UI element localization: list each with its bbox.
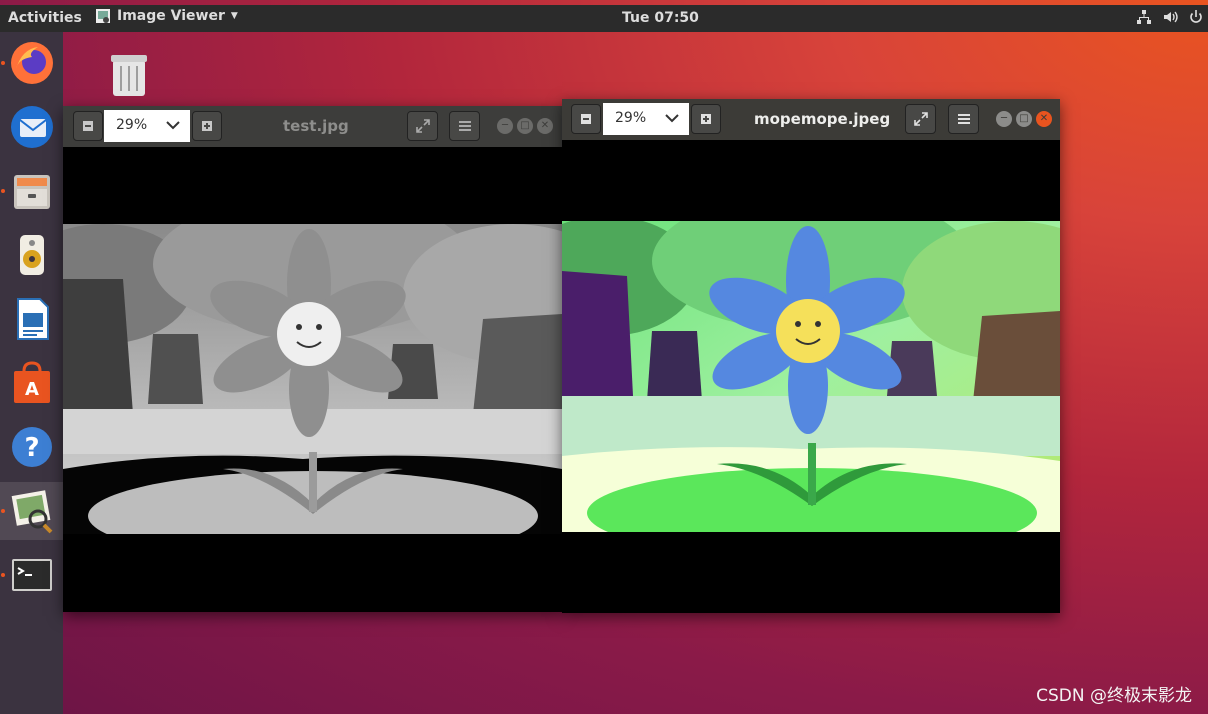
menu-button[interactable] <box>948 104 979 134</box>
fullscreen-icon <box>913 112 928 126</box>
window-title: mopemope.jpeg <box>754 110 891 128</box>
zoom-value: 29% <box>615 110 647 126</box>
hamburger-icon <box>957 114 970 124</box>
firefox-icon <box>10 42 53 84</box>
image-viewer-icon <box>11 490 52 534</box>
running-indicator <box>1 189 5 193</box>
menu-button[interactable] <box>449 111 480 141</box>
fullscreen-button[interactable] <box>905 104 936 134</box>
zoom-out-button[interactable] <box>73 111 103 141</box>
close-icon: ✕ <box>1039 113 1049 124</box>
minus-icon <box>83 121 93 131</box>
clock[interactable]: Tue 07:50 <box>622 10 699 26</box>
zoom-in-button[interactable] <box>192 111 222 141</box>
zoom-level-select[interactable]: 29% <box>603 103 689 135</box>
zoom-value: 29% <box>116 117 148 133</box>
hamburger-icon <box>458 121 471 131</box>
help-icon: ? <box>11 427 52 467</box>
network-icon <box>1137 10 1151 24</box>
files-icon <box>13 175 50 209</box>
watermark-text: CSDN @终极末影龙 <box>1036 686 1192 706</box>
window-titlebar[interactable]: 29% test.jpg ─ □ ✕ <box>63 106 562 147</box>
power-icon <box>1190 10 1202 23</box>
image-viewer-window-test[interactable]: 29% test.jpg ─ □ ✕ <box>63 106 562 612</box>
maximize-icon: □ <box>1019 113 1029 124</box>
dock-thunderbird[interactable] <box>0 98 63 156</box>
minus-icon <box>581 114 591 124</box>
thunderbird-icon <box>10 106 53 148</box>
writer-icon <box>16 298 49 340</box>
dock-files[interactable] <box>0 162 63 220</box>
dock-software[interactable]: A <box>0 354 63 412</box>
volume-icon <box>1164 11 1178 23</box>
maximize-icon: □ <box>520 120 530 131</box>
maximize-button[interactable]: □ <box>1016 111 1032 127</box>
running-indicator <box>1 573 5 577</box>
image-display[interactable] <box>63 224 562 534</box>
rhythmbox-icon <box>19 235 44 275</box>
dock-writer[interactable] <box>0 290 63 348</box>
zoom-level-select[interactable]: 29% <box>104 110 190 142</box>
chevron-down-icon <box>665 114 679 123</box>
minimize-button[interactable]: ─ <box>497 118 513 134</box>
terminal-icon <box>11 559 52 591</box>
window-controls: ─ □ ✕ <box>996 111 1052 127</box>
zoom-in-button[interactable] <box>691 104 721 134</box>
app-menu-label: Image Viewer <box>117 8 225 24</box>
dock-image-viewer[interactable] <box>0 482 63 540</box>
chevron-down-icon <box>166 121 180 130</box>
window-titlebar[interactable]: 29% mopemope.jpeg ─ □ ✕ <box>562 99 1060 140</box>
running-indicator <box>1 509 5 513</box>
image-display[interactable] <box>562 221 1060 532</box>
dock-rhythmbox[interactable] <box>0 226 63 284</box>
top-bar: Activities Image Viewer ▼ Tue 07:50 <box>0 5 1208 32</box>
plus-icon <box>701 114 711 124</box>
image-viewer-app-icon <box>96 9 110 23</box>
svg-text:A: A <box>25 379 39 400</box>
close-icon: ✕ <box>540 120 550 131</box>
dock-terminal[interactable] <box>0 546 63 604</box>
svg-text:?: ? <box>24 433 39 463</box>
minimize-button[interactable]: ─ <box>996 111 1012 127</box>
close-button[interactable]: ✕ <box>537 118 553 134</box>
close-button[interactable]: ✕ <box>1036 111 1052 127</box>
fullscreen-button[interactable] <box>407 111 438 141</box>
fullscreen-icon <box>415 119 430 133</box>
dock-help[interactable]: ? <box>0 418 63 476</box>
minimize-icon: ─ <box>1000 113 1008 124</box>
chevron-down-icon: ▼ <box>230 11 238 21</box>
window-title: test.jpg <box>283 117 349 135</box>
app-menu[interactable]: Image Viewer ▼ <box>95 8 238 24</box>
software-icon: A <box>13 361 50 403</box>
trash-icon[interactable] <box>107 50 151 100</box>
window-controls: ─ □ ✕ <box>497 118 553 134</box>
displayed-image <box>562 221 1060 532</box>
system-tray[interactable] <box>1136 9 1204 25</box>
zoom-out-button[interactable] <box>571 104 601 134</box>
activities-button[interactable]: Activities <box>8 10 82 26</box>
displayed-image <box>63 224 562 534</box>
minimize-icon: ─ <box>501 120 509 131</box>
image-viewer-window-mopemope[interactable]: 29% mopemope.jpeg ─ □ ✕ <box>562 99 1060 613</box>
plus-icon <box>202 121 212 131</box>
dock: A ? <box>0 32 63 714</box>
running-indicator <box>1 61 5 65</box>
maximize-button[interactable]: □ <box>517 118 533 134</box>
dock-firefox[interactable] <box>0 34 63 92</box>
